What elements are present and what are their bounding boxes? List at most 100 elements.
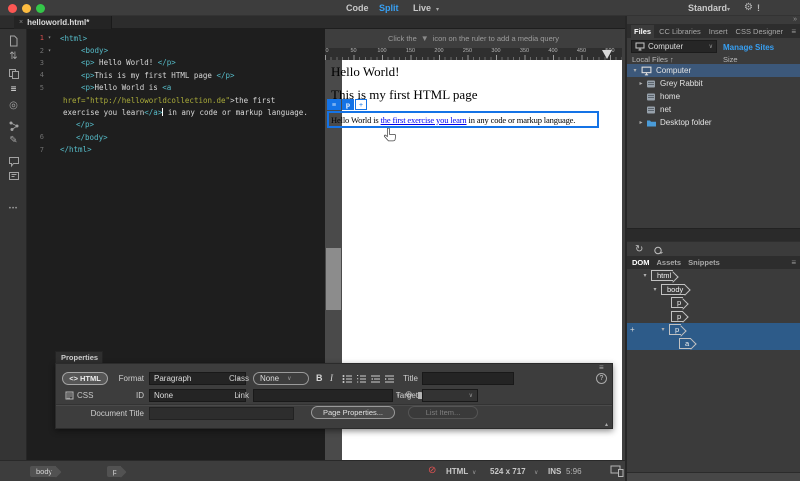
live-view-button[interactable]: Live [413,3,431,13]
file-tree-row-desktop-folder[interactable]: ▸ Desktop folder [627,116,800,129]
alert-indicator[interactable]: ! [757,3,760,13]
folder-icon [646,118,657,128]
tag-selector-p[interactable]: p [107,466,121,477]
tab-insert[interactable]: Insert [706,25,731,38]
close-window-button[interactable] [8,4,17,13]
dom-row-body[interactable]: ▾ body [627,283,800,297]
workspace-switcher[interactable]: Standard [688,3,727,13]
target-ring-icon[interactable]: ◎ [0,100,27,112]
horizontal-ruler[interactable]: 0 50 100 150 200 250 300 350 400 450 500 [325,48,622,60]
help-icon[interactable]: ? [596,373,607,384]
zoom-window-button[interactable] [36,4,45,13]
code-view-button[interactable]: Code [346,3,369,13]
workspace-caret-icon: ▾ [727,6,730,13]
error-check-icon[interactable]: ⊘ [428,465,436,476]
expand-arrow-icon[interactable]: ▾ [641,272,649,279]
tab-cc-libraries[interactable]: CC Libraries [656,25,704,38]
dom-panel-menu-icon[interactable]: ≡ [791,258,796,267]
doctype-indicator[interactable]: HTML [446,467,468,476]
refresh-icon[interactable]: ↻ [635,244,643,255]
element-menu-icon[interactable]: ≡ [327,99,341,110]
dom-tag-pill[interactable]: p [671,297,683,308]
properties-menu-icon[interactable]: ≡ [599,363,604,372]
properties-panel-tab[interactable]: Properties [55,351,103,363]
file-tree-row-grey-rabbit[interactable]: ▸ Grey Rabbit [627,77,800,90]
expand-arrow-icon[interactable]: ▾ [659,326,667,333]
expand-arrow-icon[interactable]: ▸ [637,80,645,87]
selected-paragraph[interactable]: Hello World is the first exercise you le… [327,111,599,128]
dom-tag-pill[interactable]: html [651,270,673,281]
insert-element-icon[interactable]: + [630,325,635,334]
expand-arrow-icon[interactable]: ▾ [631,67,639,74]
format-source-icon[interactable]: ≡ [0,84,27,96]
tab-css-designer[interactable]: CSS Designer [733,25,787,38]
pencil-icon[interactable]: ✎ [0,135,27,147]
code-navigator-icon[interactable] [0,120,27,133]
file-tree-row-computer[interactable]: ▾ Computer [627,64,800,77]
title-input[interactable] [422,372,514,385]
panel-menu-icon[interactable]: ≡ [791,27,796,36]
document-tab[interactable]: × helloworld.html* [14,16,112,29]
tab-files[interactable]: Files [631,25,654,38]
more-tools-icon[interactable]: ••• [0,203,27,215]
panel-resize-handle[interactable]: ▴ [605,421,608,428]
bold-button[interactable]: B [316,373,323,383]
unordered-list-button[interactable] [342,374,353,386]
expand-arrow-icon[interactable]: ▾ [651,286,659,293]
paragraph-link[interactable]: the first exercise you learn [381,115,467,125]
size-column-header[interactable]: Size [723,55,738,64]
comment-icon[interactable] [0,156,27,169]
close-tab-icon[interactable]: × [19,19,23,26]
scrollbar-thumb[interactable] [326,248,341,310]
site-selector-dropdown[interactable]: Computer ∨ [631,40,717,53]
add-element-button[interactable]: + [355,99,367,110]
target-select: ∨ [422,389,478,402]
code-line: 5<p>Hello World is <a [27,82,325,94]
find-replace-icon[interactable] [0,68,27,81]
sort-arrows-icon[interactable]: ⇅ [0,51,27,63]
link-input[interactable] [253,389,393,402]
class-select[interactable]: None∨ [253,372,309,385]
tag-selector-body[interactable]: body [30,466,56,477]
viewport-size[interactable]: 524 x 717 [490,467,526,476]
manage-sites-link[interactable]: Manage Sites [723,43,774,52]
dom-row-p2[interactable]: p [627,310,800,324]
file-icon[interactable] [0,35,27,48]
media-query-marker-icon[interactable] [602,50,612,59]
dom-row-html[interactable]: ▾ html [627,269,800,283]
status-bar: body p ⊘ HTML ∨ 524 x 717 ∨ INS 5:96 [0,460,625,481]
file-tree-row-home[interactable]: home [627,90,800,103]
live-paragraph-1[interactable]: Hello World! [331,64,399,80]
dom-row-p3-selected[interactable]: + ▾ p [627,323,800,337]
tab-dom[interactable]: DOM [632,258,650,267]
dom-row-a-selected[interactable]: a [627,337,800,351]
fold-arrow-icon[interactable]: ▾ [44,48,53,54]
split-view-button[interactable]: Split [379,3,399,13]
minimize-window-button[interactable] [22,4,31,13]
document-title-input[interactable] [149,407,294,420]
tab-snippets[interactable]: Snippets [688,258,720,267]
element-tag-label[interactable]: p [342,99,354,110]
code-comment-icon[interactable] [0,170,27,183]
panel-divider[interactable] [627,228,800,242]
local-files-column-header[interactable]: Local Files ↑ [632,55,674,64]
dom-row-p1[interactable]: p [627,296,800,310]
fold-arrow-icon[interactable]: ▾ [44,35,53,41]
outdent-button[interactable] [370,374,381,386]
file-tree-row-net[interactable]: net [627,103,800,116]
dom-tag-pill[interactable]: a [679,338,691,349]
expand-arrow-icon[interactable]: ▸ [637,119,645,126]
html-mode-button[interactable]: <>HTML [62,372,108,385]
live-view-caret-icon[interactable]: ▾ [436,6,439,13]
collapse-panel-icon[interactable]: » [793,16,796,23]
css-mode-button[interactable]: CSS [65,391,93,400]
ordered-list-button[interactable] [356,374,367,386]
italic-button[interactable]: I [330,373,333,383]
dom-tag-pill[interactable]: p [671,311,683,322]
tab-assets[interactable]: Assets [657,258,682,267]
sync-gear-icon[interactable]: ⚙ [744,2,753,13]
dom-tag-pill[interactable]: body [661,284,685,295]
page-properties-button[interactable]: Page Properties... [311,406,395,419]
device-preview-icon[interactable] [610,465,624,479]
dom-tag-pill[interactable]: p [669,324,681,335]
